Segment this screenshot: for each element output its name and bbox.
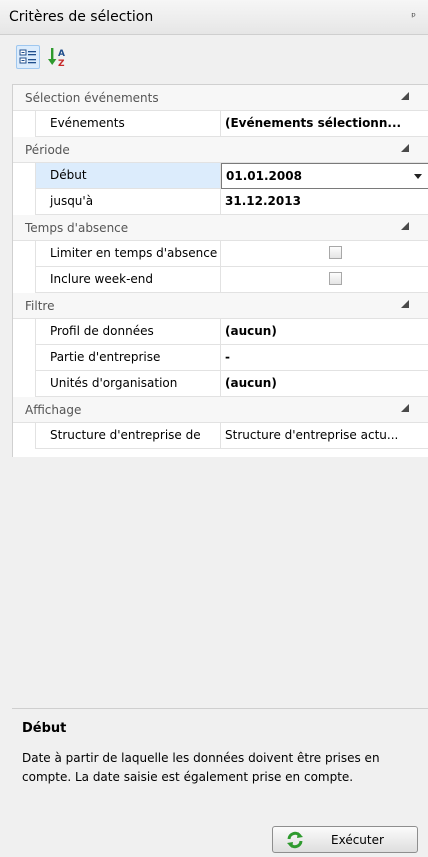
help-panel: Début Date à partir de laquelle les donn… [12,708,428,822]
panel-titlebar: Critères de sélection ᵖ [0,0,428,35]
property-row-weekend[interactable]: Inclure week-end [13,267,428,293]
property-value [221,241,428,267]
collapse-icon[interactable] [401,300,409,308]
svg-text:Z: Z [58,59,65,69]
property-name: Unités d'organisation [35,371,221,397]
property-name: Début [35,163,221,189]
categorized-view-icon [19,49,36,64]
category-label: Sélection événements [25,91,159,105]
property-value[interactable]: - [221,345,428,371]
category-label: Temps d'absence [25,221,129,235]
category-label: Période [25,143,70,157]
pin-icon[interactable]: ᵖ [411,10,416,23]
categorized-view-button[interactable] [16,45,40,69]
panel-title: Critères de sélection [9,9,154,25]
help-description: Date à partir de laquelle les données do… [22,751,380,784]
category-filter[interactable]: Filtre [13,293,428,319]
category-label: Affichage [25,403,82,417]
property-value[interactable]: (aucun) [221,319,428,345]
property-row-limit-absence[interactable]: Limiter en temps d'absence [13,241,428,267]
dropdown-arrow-icon[interactable] [410,168,426,184]
property-row-start[interactable]: Début 01.01.2008 [13,163,428,189]
property-name: Profil de données [35,319,221,345]
refresh-icon [287,831,303,849]
execute-button[interactable]: Exécuter [272,826,418,853]
category-absence[interactable]: Temps d'absence [13,215,428,241]
property-row-company-part[interactable]: Partie d'entreprise - [13,345,428,371]
property-grid: Sélection événements Evénements (Evéneme… [12,84,428,457]
property-value[interactable]: Structure d'entreprise actu... [221,423,428,449]
property-value [221,267,428,293]
property-row-end[interactable]: jusqu'à 31.12.2013 [13,189,428,215]
property-row-structure[interactable]: Structure d'entreprise de Structure d'en… [13,423,428,449]
help-title: Début [22,721,67,736]
property-name: Limiter en temps d'absence [35,241,221,267]
category-label: Filtre [25,299,55,313]
property-value[interactable]: 31.12.2013 [221,189,428,215]
limit-absence-checkbox[interactable] [329,246,342,259]
category-events[interactable]: Sélection événements [13,85,428,111]
property-row-events[interactable]: Evénements (Evénements sélectionn... [13,111,428,137]
category-period[interactable]: Période [13,137,428,163]
property-value[interactable]: (Evénements sélectionn... [221,111,428,137]
property-value[interactable]: (aucun) [221,371,428,397]
collapse-icon[interactable] [401,92,409,100]
property-name: Partie d'entreprise [35,345,221,371]
date-value-field[interactable]: 01.01.2008 [221,163,428,189]
collapse-icon[interactable] [401,222,409,230]
include-weekend-checkbox[interactable] [329,272,342,285]
property-row-org-units[interactable]: Unités d'organisation (aucun) [13,371,428,397]
category-display[interactable]: Affichage [13,397,428,423]
property-name: Inclure week-end [35,267,221,293]
collapse-icon[interactable] [401,144,409,152]
property-name: Structure d'entreprise de [35,423,221,449]
property-name: jusqu'à [35,189,221,215]
collapse-icon[interactable] [401,404,409,412]
property-row-profile[interactable]: Profil de données (aucun) [13,319,428,345]
property-value: 01.01.2008 [226,169,302,183]
execute-label: Exécuter [331,833,384,847]
property-name: Evénements [35,111,221,137]
selection-criteria-panel: Critères de sélection ᵖ A Z Sélection év… [0,0,428,857]
sort-az-icon: A Z [48,48,65,69]
toolbar: A Z [0,35,428,81]
alphabetical-sort-button[interactable]: A Z [46,45,70,69]
svg-text:A: A [58,49,65,59]
